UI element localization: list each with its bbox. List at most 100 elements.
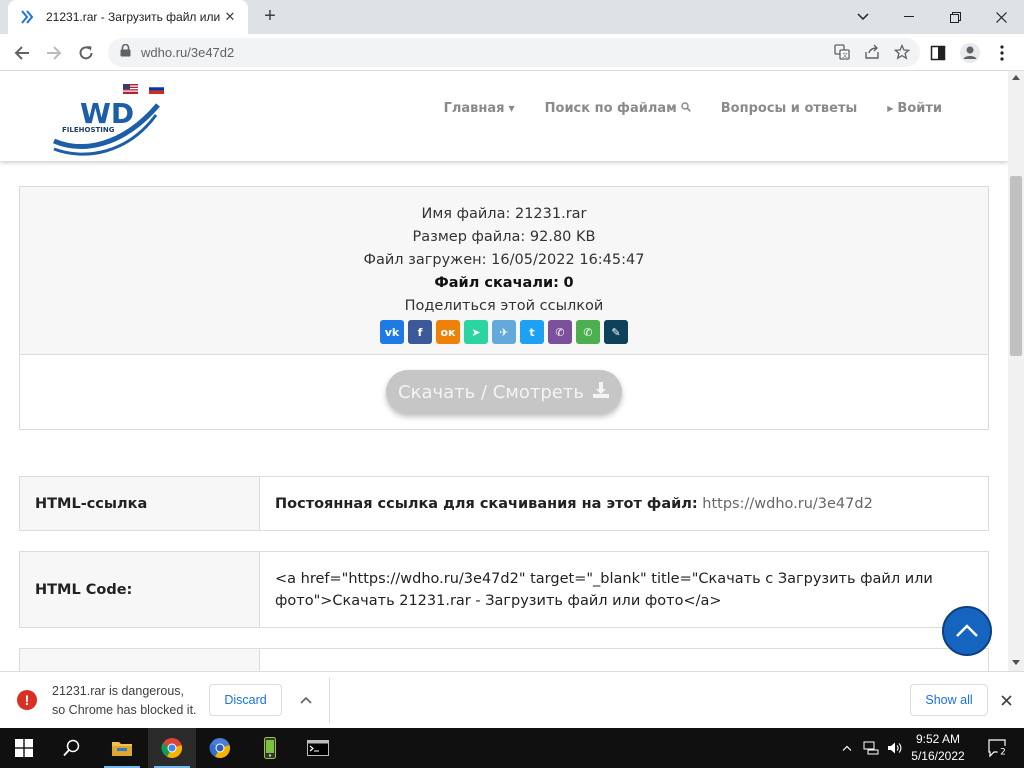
moimir-icon[interactable]: ➤ [464, 320, 488, 344]
terminal-icon[interactable] [294, 728, 342, 768]
file-uploaded-label: Файл загружен: [363, 252, 487, 268]
site-logo[interactable]: WD FILEHOSTING [52, 81, 162, 157]
file-info-card: Имя файла: 21231.rar Размер файла: 92.80… [19, 186, 989, 430]
page-viewport: WD FILEHOSTING Главная ▼ Поиск по файлам… [0, 71, 1008, 671]
file-size-value: 92.80 KB [529, 229, 596, 245]
nav-login-label: Войти [897, 101, 942, 116]
phone-app-icon[interactable] [246, 728, 294, 768]
html-link-key: HTML-ссылка [20, 477, 260, 530]
download-options-chevron-up-icon[interactable] [294, 690, 318, 710]
search-icon [681, 101, 691, 116]
network-icon[interactable] [860, 728, 882, 768]
permalink-label: Постоянная ссылка для скачивания на этот… [275, 495, 698, 512]
file-size-line: Размер файла: 92.80 KB [20, 226, 988, 249]
bookmark-star-icon[interactable] [893, 43, 911, 65]
translate-icon[interactable]: 文 [834, 44, 850, 65]
nav-home[interactable]: Главная ▼ [444, 101, 515, 116]
caret-down-icon: ▼ [508, 104, 515, 113]
scrollbar-thumb[interactable] [1010, 176, 1022, 356]
url-text: wdho.ru/3e47d2 [141, 45, 235, 60]
html-code-row: HTML Code: <a href="https://wdho.ru/3e47… [19, 551, 989, 628]
download-warning-line2: so Chrome has blocked it. [52, 703, 197, 717]
file-explorer-icon[interactable] [98, 728, 146, 768]
vk-icon[interactable]: vk [380, 320, 404, 344]
tab-strip: 21231.rar - Загрузить файл или фото ✕ + [0, 0, 1024, 34]
file-uploaded-value: 16/05/2022 16:45:47 [491, 252, 645, 268]
scroll-to-top-button[interactable] [942, 606, 992, 656]
permalink-url[interactable]: https://wdho.ru/3e47d2 [702, 493, 873, 515]
svg-text:文: 文 [842, 52, 848, 60]
file-details: Имя файла: 21231.rar Размер файла: 92.80… [20, 187, 988, 355]
download-warning: 21231.rar is dangerous, so Chrome has bl… [52, 682, 197, 720]
start-button[interactable] [0, 728, 48, 768]
profile-avatar[interactable] [956, 39, 984, 67]
discard-button[interactable]: Discard [209, 684, 282, 716]
html-link-row: HTML-ссылка Постоянная ссылка для скачив… [19, 476, 989, 531]
nav-faq[interactable]: Вопросы и ответы [721, 101, 857, 116]
scroll-up-arrow-icon[interactable] [1012, 75, 1020, 80]
chrome-menu-icon[interactable] [988, 39, 1016, 67]
nav-file-search-label: Поиск по файлам [544, 101, 677, 116]
whatsapp-icon[interactable]: ✆ [576, 320, 600, 344]
forward-button[interactable] [40, 39, 68, 67]
telegram-icon[interactable]: ✈ [492, 320, 516, 344]
logo-subtext: FILEHOSTING [62, 126, 115, 134]
file-name-label: Имя файла: [421, 206, 511, 222]
close-shelf-icon[interactable] [996, 690, 1016, 710]
html-code-key: HTML Code: [20, 552, 260, 627]
file-downloads-label: Файл скачали: [434, 275, 559, 291]
windows-logo-icon [15, 739, 33, 757]
new-tab-button[interactable]: + [258, 5, 282, 29]
next-row-partial [19, 648, 989, 671]
site-header: WD FILEHOSTING Главная ▼ Поиск по файлам… [0, 71, 1008, 161]
file-name-line: Имя файла: 21231.rar [20, 203, 988, 226]
tab-close-icon[interactable]: ✕ [222, 9, 238, 25]
show-all-button[interactable]: Show all [910, 684, 988, 716]
file-downloads-line: Файл скачали: 0 [20, 272, 988, 295]
nav-file-search[interactable]: Поиск по файлам [545, 101, 691, 116]
download-shelf: ! 21231.rar is dangerous, so Chrome has … [0, 671, 1024, 728]
next-row-value [260, 649, 988, 671]
minimize-button[interactable] [886, 0, 932, 34]
browser-toolbar: wdho.ru/3e47d2 文 [0, 34, 1024, 71]
file-downloads-value: 0 [563, 275, 574, 291]
share-icon[interactable] [864, 44, 880, 65]
reload-button[interactable] [72, 39, 100, 67]
close-window-button[interactable] [978, 0, 1024, 34]
download-warning-line1: 21231.rar is dangerous, [52, 684, 185, 698]
lock-icon[interactable] [120, 43, 131, 62]
livejournal-icon[interactable]: ✎ [604, 320, 628, 344]
shelf-divider [329, 678, 330, 723]
volume-icon[interactable] [884, 728, 906, 768]
caret-right-icon: ▶ [887, 104, 894, 113]
facebook-icon[interactable]: f [408, 320, 432, 344]
nav-login[interactable]: ▶ Войти [887, 101, 942, 116]
system-clock[interactable]: 9:52 AM 5/16/2022 [906, 731, 970, 765]
side-panel-icon[interactable] [924, 39, 952, 67]
download-button-label: Скачать / Смотреть [398, 381, 584, 403]
main-nav: Главная ▼ Поиск по файлам Вопросы и отве… [444, 101, 942, 116]
tray-overflow-chevron-icon[interactable] [838, 728, 856, 768]
page-scrollbar[interactable] [1008, 71, 1024, 671]
browser-tab[interactable]: 21231.rar - Загрузить файл или фото ✕ [8, 0, 248, 34]
share-buttons: vk f ок ➤ ✈ t ✆ ✆ ✎ [20, 320, 988, 344]
danger-icon: ! [17, 690, 37, 710]
address-bar[interactable]: wdho.ru/3e47d2 文 [108, 38, 920, 67]
action-center-icon[interactable]: 2 [978, 728, 1018, 768]
search-taskbar-icon[interactable] [48, 728, 96, 768]
scroll-down-arrow-icon[interactable] [1012, 660, 1020, 665]
twitter-icon[interactable]: t [520, 320, 544, 344]
clock-time: 9:52 AM [915, 732, 961, 746]
tab-search-icon[interactable] [840, 0, 886, 34]
download-icon [592, 381, 610, 404]
nav-home-label: Главная [443, 101, 505, 116]
download-button[interactable]: Скачать / Смотреть [386, 370, 622, 414]
chrome-alt-taskbar-icon[interactable] [196, 728, 244, 768]
html-code-value[interactable]: <a href="https://wdho.ru/3e47d2" target=… [260, 552, 988, 627]
restore-button[interactable] [932, 0, 978, 34]
odnoklassniki-icon[interactable]: ок [436, 320, 460, 344]
notification-count: 2 [1000, 748, 1006, 758]
chrome-taskbar-icon[interactable] [148, 728, 196, 768]
viber-icon[interactable]: ✆ [548, 320, 572, 344]
back-button[interactable] [8, 39, 36, 67]
